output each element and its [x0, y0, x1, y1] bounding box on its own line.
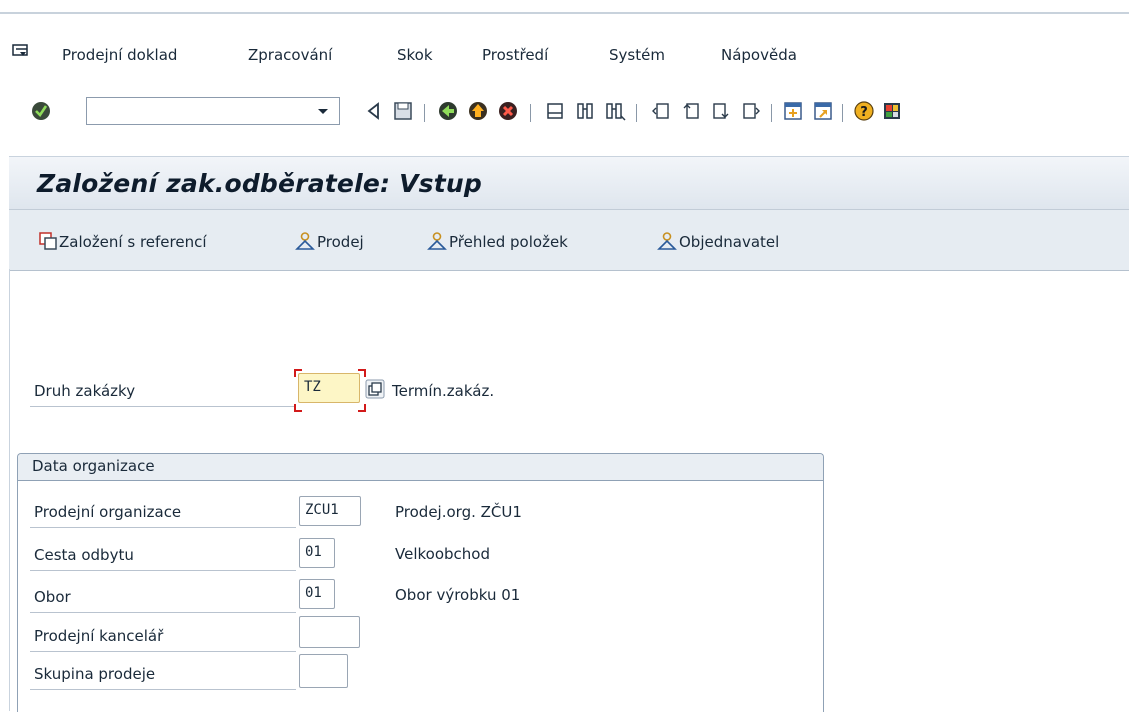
- ordering-party-label: Objednavatel: [679, 233, 780, 251]
- mountain-icon: [657, 232, 677, 250]
- required-marker: [294, 404, 302, 412]
- division-description: Obor výrobku 01: [395, 586, 521, 604]
- sales-button[interactable]: Prodej: [295, 232, 364, 251]
- sales-org-description: Prodej.org. ZČU1: [395, 503, 522, 521]
- group-header: Data organizace: [18, 454, 823, 481]
- window-top-border: [0, 0, 1129, 14]
- required-marker: [294, 369, 302, 377]
- distribution-channel-description: Velkoobchod: [395, 545, 490, 563]
- page-title: Založení zak.odběratele: Vstup: [37, 169, 482, 198]
- menu-system[interactable]: Systém: [609, 46, 665, 64]
- distribution-channel-label: Cesta odbytu: [34, 546, 134, 564]
- order-type-field[interactable]: TZ: [298, 373, 360, 403]
- required-marker: [358, 404, 366, 412]
- find-next-icon[interactable]: [604, 100, 626, 122]
- order-type-underline: [30, 406, 296, 407]
- help-icon[interactable]: ?: [853, 100, 875, 122]
- find-icon[interactable]: [574, 100, 596, 122]
- exit-icon[interactable]: [467, 100, 489, 122]
- row-underline: [30, 612, 296, 613]
- row-underline: [30, 570, 296, 571]
- menu-icon[interactable]: [12, 44, 28, 58]
- row-underline: [30, 651, 296, 652]
- title-bar: Založení zak.odběratele: Vstup: [9, 156, 1129, 209]
- sales-group-label: Skupina prodeje: [34, 665, 156, 683]
- division-label: Obor: [34, 588, 71, 606]
- row-underline: [30, 689, 296, 690]
- customize-layout-icon[interactable]: [881, 100, 903, 122]
- item-overview-label: Přehled položek: [449, 233, 568, 251]
- menu-skok[interactable]: Skok: [397, 46, 433, 64]
- sales-org-field[interactable]: ZCU1: [299, 496, 361, 526]
- standard-toolbar: ?: [0, 92, 1129, 136]
- toolbar-separator: [842, 104, 843, 122]
- create-with-reference-button[interactable]: Založení s referencí: [39, 232, 207, 251]
- order-type-description: Termín.zakáz.: [392, 382, 495, 400]
- chevron-down-icon[interactable]: [312, 99, 334, 123]
- toolbar-separator: [530, 104, 531, 122]
- menu-prodejni-doklad[interactable]: Prodejní doklad: [62, 46, 177, 64]
- command-field[interactable]: [86, 97, 340, 125]
- division-field[interactable]: 01: [299, 579, 335, 609]
- sales-label: Prodej: [317, 233, 364, 251]
- first-page-icon[interactable]: [650, 100, 672, 122]
- distribution-channel-field[interactable]: 01: [299, 538, 335, 568]
- next-page-icon[interactable]: [710, 100, 732, 122]
- menu-prostredi[interactable]: Prostředí: [482, 46, 548, 64]
- toolbar-separator: [771, 104, 772, 122]
- row-underline: [30, 527, 296, 528]
- order-type-label: Druh zakázky: [34, 382, 136, 400]
- sales-office-field[interactable]: [299, 616, 360, 648]
- ordering-party-button[interactable]: Objednavatel: [657, 232, 779, 251]
- screen-left-border: [9, 269, 10, 711]
- sales-office-label: Prodejní kancelář: [34, 627, 164, 645]
- sales-org-label: Prodejní organizace: [34, 503, 182, 521]
- create-session-icon[interactable]: [782, 100, 804, 122]
- menu-zpracovani[interactable]: Zpracování: [248, 46, 332, 64]
- back-green-icon[interactable]: [437, 100, 459, 122]
- print-icon[interactable]: [544, 100, 566, 122]
- last-page-icon[interactable]: [740, 100, 762, 122]
- value-help-icon[interactable]: [365, 379, 385, 399]
- application-toolbar: Založení s referencí Prodej Přehled polo…: [9, 209, 1129, 271]
- prev-page-icon[interactable]: [680, 100, 702, 122]
- copy-icon: [39, 232, 57, 250]
- shortcut-icon[interactable]: [812, 100, 834, 122]
- menu-bar: Prodejní doklad Zpracování Skok Prostřed…: [0, 36, 1129, 82]
- sales-group-field[interactable]: [299, 654, 348, 688]
- toolbar-separator: [424, 104, 425, 122]
- menu-napoveda[interactable]: Nápověda: [721, 46, 797, 64]
- item-overview-button[interactable]: Přehled položek: [427, 232, 568, 251]
- group-title: Data organizace: [32, 457, 155, 475]
- mountain-icon: [427, 232, 447, 250]
- required-marker: [358, 369, 366, 377]
- cancel-icon[interactable]: [497, 100, 519, 122]
- svg-text:?: ?: [860, 105, 868, 120]
- back-icon[interactable]: [363, 100, 385, 122]
- create-with-reference-label: Založení s referencí: [59, 233, 207, 251]
- save-icon[interactable]: [392, 100, 414, 122]
- toolbar-separator: [636, 104, 637, 122]
- enter-icon[interactable]: [30, 100, 52, 122]
- mountain-icon: [295, 232, 315, 250]
